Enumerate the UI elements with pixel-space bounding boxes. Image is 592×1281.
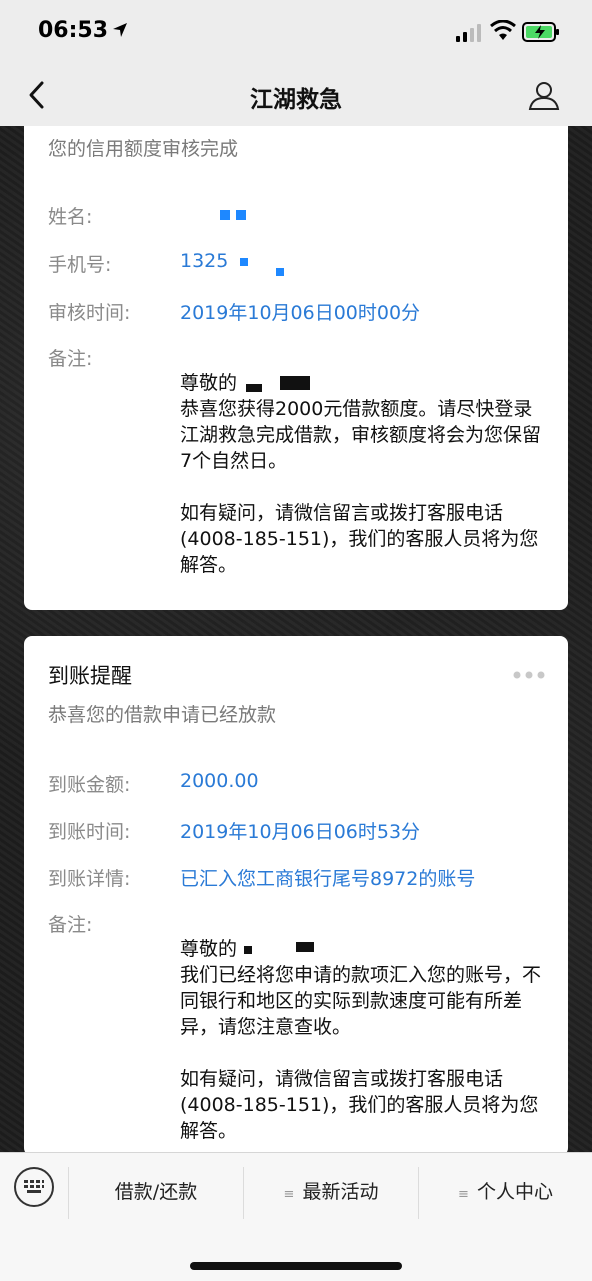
note-contact: 如有疑问，请微信留言或拨打客服电话(4008-185-151)，我们的客服人员将… [180,502,539,576]
payout-notice-card: 到账提醒 恭喜您的借款申请已经放款 到账金额: 2000.00 到账时间: 20… [24,636,568,1156]
tab-label: 最新活动 [302,1181,379,1203]
payout-time-label: 到账时间: [48,821,131,843]
masked-name [220,210,230,220]
payout-time-value: 2019年10月06日06时53分 [180,821,421,843]
note-body: 恭喜您获得2000元借款额度。请尽快登录江湖救急完成借款，审核额度将会为您保留7… [180,398,542,472]
phone-value: 1325 [180,250,229,272]
profile-icon[interactable] [528,80,560,110]
card-subtitle: 您的信用额度审核完成 [48,138,239,160]
cellular-signal-icon [456,24,481,42]
credit-approval-card: 您的信用额度审核完成 姓名: 手机号: 1325 审核时间: 2019年10月0… [24,126,568,610]
note-label: 备注: [48,348,93,370]
tab-loan-repay[interactable]: 借款/还款 [69,1153,243,1231]
submenu-icon: ≡ [283,1187,295,1202]
masked-greeting-name [246,384,262,392]
tab-label: 借款/还款 [114,1181,198,1203]
note-label: 备注: [48,914,93,936]
page-title: 江湖救急 [250,87,342,113]
tab-latest-activities[interactable]: ≡ 最新活动 [244,1153,418,1231]
amount-value: 2000.00 [180,770,259,792]
status-bar: 06:53 [0,0,592,64]
note-greeting: 尊敬的 [180,938,238,960]
masked-greeting-name [296,942,314,952]
note-greeting: 尊敬的 [180,372,238,394]
amount-label: 到账金额: [48,774,131,796]
note-body: 我们已经将您申请的款项汇入您的账号，不同银行和地区的实际到款速度可能有所差异，请… [180,964,542,1038]
wifi-icon [490,20,516,40]
card-subtitle: 恭喜您的借款申请已经放款 [48,704,277,726]
name-label: 姓名: [48,206,93,228]
phone-label: 手机号: [48,254,112,276]
detail-value: 已汇入您工商银行尾号8972的账号 [180,868,476,890]
detail-label: 到账详情: [48,868,131,890]
masked-name [236,210,246,220]
location-arrow-icon [113,23,127,37]
card-title: 到账提醒 [48,664,132,688]
review-time-value: 2019年10月06日00时00分 [180,302,421,324]
tab-personal-center[interactable]: ≡ 个人中心 [419,1153,592,1231]
masked-phone [240,258,248,266]
submenu-icon: ≡ [458,1187,469,1202]
more-dots-icon[interactable] [512,670,546,680]
note-contact: 如有疑问，请微信留言或拨打客服电话(4008-185-151)，我们的客服人员将… [180,1068,539,1142]
review-time-label: 审核时间: [48,302,131,324]
home-indicator[interactable] [190,1262,402,1270]
battery-charging-icon [522,22,559,42]
masked-greeting-name [280,376,310,390]
tab-label: 个人中心 [476,1181,553,1203]
masked-phone [276,268,284,276]
masked-greeting-name [244,946,252,954]
status-time: 06:53 [38,18,109,43]
nav-bar: 江湖救急 [0,64,592,126]
keyboard-icon[interactable] [14,1167,54,1207]
